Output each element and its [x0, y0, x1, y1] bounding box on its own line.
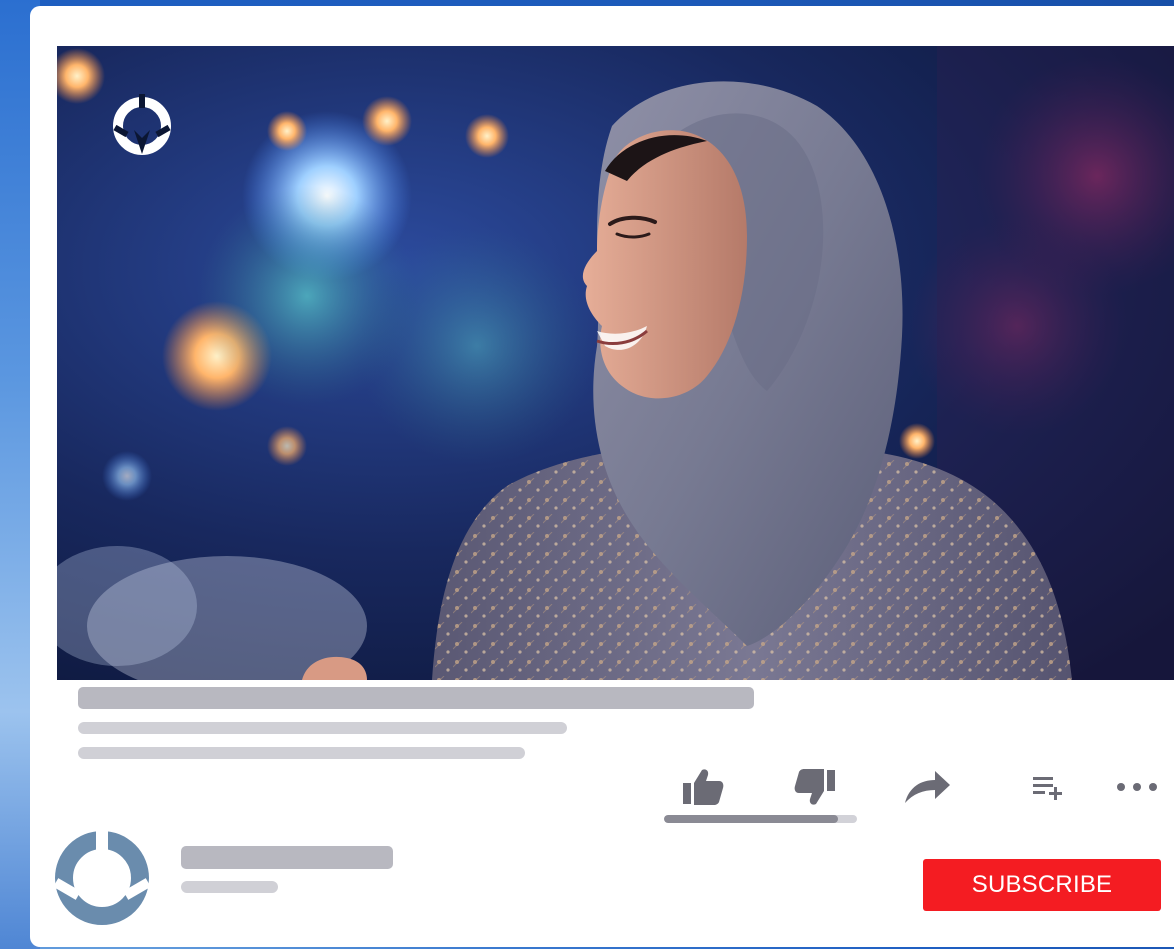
- brand-logo-icon: [110, 94, 174, 158]
- video-frame: [57, 46, 1174, 680]
- video-meta-placeholder-1: [78, 722, 567, 734]
- channel-avatar[interactable]: [52, 828, 152, 928]
- thumbs-down-icon: [794, 769, 835, 805]
- channel-logo-icon: [53, 828, 151, 925]
- channel-name-placeholder: [181, 846, 393, 869]
- more-options-button[interactable]: [1112, 764, 1162, 810]
- dislike-button[interactable]: [790, 764, 840, 810]
- more-options-icon: [1117, 783, 1157, 791]
- add-to-playlist-icon: [1033, 777, 1062, 800]
- like-button[interactable]: [678, 764, 728, 810]
- subscribe-button[interactable]: SUBSCRIBE: [923, 859, 1161, 911]
- subscriber-count-placeholder: [181, 881, 278, 893]
- video-player[interactable]: [57, 46, 1174, 680]
- thumbs-up-icon: [683, 769, 724, 805]
- like-dislike-ratio-bar: [664, 815, 857, 823]
- share-button[interactable]: [902, 764, 952, 810]
- like-ratio-fill: [664, 815, 838, 823]
- share-arrow-icon: [905, 771, 950, 803]
- video-card: SUBSCRIBE: [30, 6, 1174, 947]
- video-title-placeholder: [78, 687, 754, 709]
- add-to-playlist-button[interactable]: [1024, 764, 1074, 810]
- video-meta-placeholder-2: [78, 747, 525, 759]
